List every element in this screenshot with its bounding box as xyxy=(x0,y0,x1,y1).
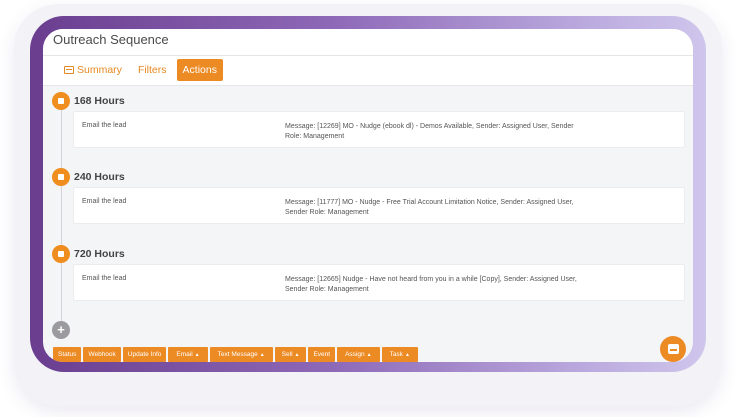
text-message-button-label: Text Message xyxy=(217,351,258,358)
assign-button-label: Assign xyxy=(345,351,365,358)
action-button-bar: Status Webhook Update Info Email ▲ Text M… xyxy=(53,347,418,362)
tab-filters[interactable]: Filters xyxy=(132,59,173,81)
page-title: Outreach Sequence xyxy=(43,29,693,56)
step-delay: 168 Hours xyxy=(74,95,125,107)
step-header: 168 Hours xyxy=(52,92,125,110)
caret-up-icon: ▲ xyxy=(366,351,372,358)
tab-actions[interactable]: Actions xyxy=(176,59,223,81)
step-delay: 720 Hours xyxy=(74,248,125,260)
event-button[interactable]: Event xyxy=(308,347,336,362)
caret-up-icon: ▲ xyxy=(294,351,300,358)
step-action: Email the lead xyxy=(82,122,127,129)
step-action: Email the lead xyxy=(82,275,127,282)
tab-filters-label: Filters xyxy=(137,64,167,76)
step-delay: 240 Hours xyxy=(74,171,125,183)
sell-dropdown-button[interactable]: Sell ▲ xyxy=(274,347,307,362)
caret-up-icon: ▲ xyxy=(259,351,265,358)
tab-actions-label: Actions xyxy=(182,64,217,76)
webhook-button[interactable]: Webhook xyxy=(83,347,121,362)
task-dropdown-button[interactable]: Task ▲ xyxy=(381,347,418,362)
text-message-dropdown-button[interactable]: Text Message ▲ xyxy=(209,347,273,362)
step-action: Email the lead xyxy=(82,198,127,205)
status-button[interactable]: Status xyxy=(53,347,82,362)
caret-up-icon: ▲ xyxy=(404,351,410,358)
tab-bar: Summary Filters Actions xyxy=(43,56,693,86)
sell-button-label: Sell xyxy=(281,351,293,358)
step-marker-icon[interactable] xyxy=(52,92,70,110)
tab-summary[interactable]: Summary xyxy=(58,59,128,81)
tab-summary-label: Summary xyxy=(77,64,122,76)
step-header: 240 Hours xyxy=(52,168,125,186)
step-message: Message: [12665] Nudge - Have not heard … xyxy=(285,276,577,293)
email-button-label: Email xyxy=(176,351,193,358)
step-card[interactable]: Email the lead Message: [11777] MO - Nud… xyxy=(73,187,685,224)
email-dropdown-button[interactable]: Email ▲ xyxy=(168,347,208,362)
update-info-button-label: Update Info xyxy=(127,351,162,358)
timeline-line xyxy=(61,101,62,329)
event-button-label: Event xyxy=(313,351,331,358)
caret-up-icon: ▲ xyxy=(194,351,200,358)
chat-icon xyxy=(667,344,679,354)
assign-dropdown-button[interactable]: Assign ▲ xyxy=(337,347,380,362)
chat-widget-button[interactable] xyxy=(660,336,686,362)
step-header: 720 Hours xyxy=(52,245,125,263)
step-marker-icon[interactable] xyxy=(52,245,70,263)
webhook-button-label: Webhook xyxy=(88,351,116,358)
status-button-label: Status xyxy=(58,351,77,358)
step-message: Message: [12269] MO - Nudge (ebook dl) -… xyxy=(285,123,574,140)
app-screen: Outreach Sequence Summary Filters Action… xyxy=(43,29,693,362)
step-message: Message: [11777] MO - Nudge - Free Trial… xyxy=(285,199,574,216)
step-marker-icon[interactable] xyxy=(52,168,70,186)
add-step-button[interactable]: + xyxy=(52,321,70,339)
step-card[interactable]: Email the lead Message: [12665] Nudge - … xyxy=(73,264,685,301)
update-info-button[interactable]: Update Info xyxy=(122,347,167,362)
step-card[interactable]: Email the lead Message: [12269] MO - Nud… xyxy=(73,111,685,148)
summary-icon xyxy=(64,66,74,74)
task-button-label: Task xyxy=(389,351,403,358)
